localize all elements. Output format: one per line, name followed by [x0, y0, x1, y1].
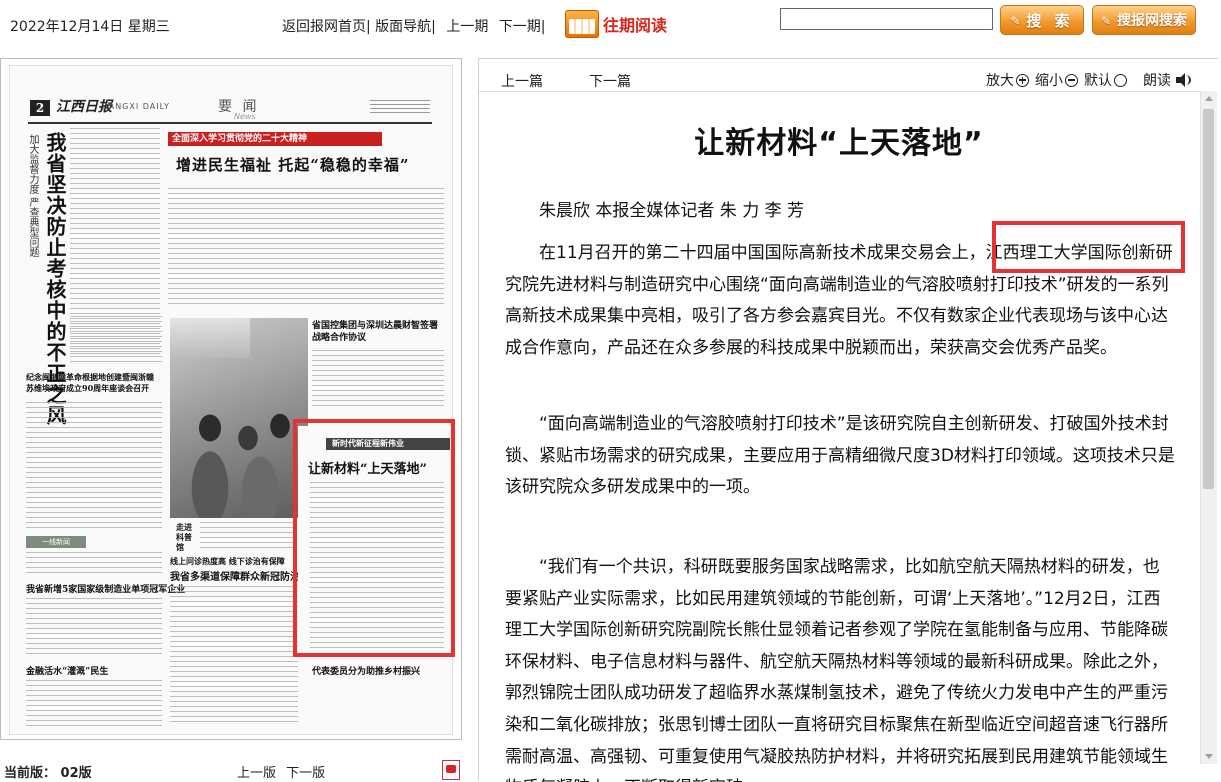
text-column	[170, 586, 298, 726]
pencil-icon: ✎	[1010, 14, 1025, 28]
zoom-out-label: 缩小	[1035, 73, 1063, 89]
masthead-date-lines	[370, 100, 430, 114]
story-headline[interactable]: 代表委员分为助推乡村振兴	[312, 664, 420, 677]
text-column	[26, 402, 162, 532]
site-search-button[interactable]: ✎ 搜报网搜索	[1092, 5, 1196, 35]
default-size-label: 默认	[1084, 73, 1112, 89]
story-headline[interactable]: 省国控集团与深圳达晨财智签署战略合作协议	[312, 320, 446, 344]
speaker-icon	[1175, 72, 1191, 88]
layout-nav-link[interactable]: 版面导航	[375, 19, 431, 35]
scrollbar-thumb[interactable]	[1203, 109, 1214, 489]
highlight-frame-preview	[293, 419, 455, 657]
article-paragraph: “我们有一个共识，科研既要服务国家战略需求，比如航空航天隔热材料的研发，也要紧贴…	[505, 557, 1168, 782]
text-column	[26, 552, 162, 576]
site-search-button-label: 搜报网搜索	[1117, 13, 1187, 29]
story-headline[interactable]: 金融活水“灌溉”民生	[26, 664, 108, 677]
pdf-icon[interactable]	[442, 760, 460, 780]
news-tag: 一线新闻	[26, 536, 86, 548]
home-link[interactable]: 返回报网首页	[282, 19, 366, 35]
paper-logo-en: JIANGXI DAILY	[102, 102, 170, 111]
article-toolbar: 上一篇 下一篇 放大 缩小 默认 朗读	[479, 59, 1217, 92]
search-button[interactable]: ✎ 搜 索	[1000, 5, 1084, 35]
minus-circle-icon	[1065, 73, 1078, 87]
story-headline[interactable]: 线上问诊热度高 线下诊治有保障	[170, 556, 285, 567]
story-headline[interactable]: 纪念闽浙赣革命根据地创建暨闽浙赣苏维埃政府成立90周年座谈会召开	[26, 372, 160, 394]
zoom-in-label: 放大	[986, 73, 1014, 89]
past-reading-label: 往期阅读	[603, 16, 668, 35]
text-column	[26, 598, 162, 658]
article-byline: 朱晨欣 本报全媒体记者 朱 力 李 芳	[539, 201, 805, 221]
scroll-up-arrow-icon[interactable]	[1201, 91, 1217, 107]
article-content: 让新材料“上天落地” 朱晨欣 本报全媒体记者 朱 力 李 芳 在11月召开的第二…	[479, 92, 1199, 782]
text-column	[168, 188, 444, 308]
story-headline[interactable]: 我省新增5家国家级制造业单项冠军企业	[26, 582, 185, 595]
highlight-frame-article	[992, 221, 1185, 273]
top-bar: 2022年12月14日 星期三 返回报网首页| 版面导航| 上一期 下一期| 往…	[0, 0, 1221, 50]
article-panel: 上一篇 下一篇 放大 缩小 默认 朗读 让新材料“上天落地” 朱晨欣 本报全媒体…	[478, 58, 1218, 782]
prev-issue-link[interactable]: 上一期	[446, 19, 488, 35]
default-size-button[interactable]: 默认	[1084, 70, 1127, 90]
current-edition-value: 02版	[60, 766, 92, 781]
zoom-out-button[interactable]: 缩小	[1035, 70, 1078, 90]
current-edition-label: 当前版：	[4, 766, 57, 781]
page-footer: 当前版： 02版 上一版 下一版	[0, 760, 470, 781]
text-column	[312, 350, 444, 410]
search-button-label: 搜 索	[1026, 11, 1074, 30]
prev-article-link[interactable]: 上一篇	[501, 71, 543, 91]
article-paragraph: “面向高端制造业的气溶胶喷射打印技术”是该研究院自主创新研发、打破国外技术封锁、…	[505, 414, 1175, 498]
read-aloud-button[interactable]: 朗读	[1143, 70, 1191, 90]
scroll-down-arrow-icon[interactable]	[1201, 748, 1217, 764]
lead-subtitle: 加大监督力度 严查典型问题	[27, 134, 38, 258]
masthead-rule	[28, 122, 432, 124]
plus-circle-icon	[1016, 73, 1029, 87]
calendar-icon	[565, 10, 599, 38]
top-navigation: 返回报网首页| 版面导航| 上一期 下一期|	[282, 19, 546, 35]
special-banner: 全面深入学习贯彻党的二十大精神	[168, 132, 382, 146]
article-title: 让新材料“上天落地”	[694, 126, 984, 161]
current-edition: 当前版： 02版	[4, 762, 92, 781]
next-issue-link[interactable]: 下一期	[499, 19, 541, 35]
circle-icon	[1114, 73, 1127, 87]
current-date: 2022年12月14日 星期三	[10, 19, 170, 35]
reading-tools: 放大 缩小 默认 朗读	[972, 70, 1191, 90]
photo-caption: 走进科普馆	[176, 522, 192, 552]
section-title-en: News	[234, 112, 256, 121]
main-headline[interactable]: 增进民生福祉 托起“稳稳的幸福”	[176, 154, 409, 175]
page-navigation: 上一版 下一版	[237, 762, 325, 781]
text-column	[70, 316, 162, 362]
search-input[interactable]	[780, 8, 993, 30]
next-page-link[interactable]: 下一版	[286, 766, 325, 781]
text-column	[26, 680, 162, 730]
read-aloud-label: 朗读	[1143, 73, 1171, 89]
text-column	[200, 522, 296, 550]
article-scrollbar[interactable]	[1200, 91, 1217, 764]
pencil-icon: ✎	[1101, 14, 1112, 28]
zoom-in-button[interactable]: 放大	[986, 70, 1029, 90]
past-reading-button[interactable]: 往期阅读	[565, 9, 667, 39]
news-photo-highlight	[170, 318, 250, 358]
next-article-link[interactable]: 下一篇	[589, 71, 631, 91]
page-number: 2	[30, 100, 50, 116]
prev-page-link[interactable]: 上一版	[237, 766, 276, 781]
